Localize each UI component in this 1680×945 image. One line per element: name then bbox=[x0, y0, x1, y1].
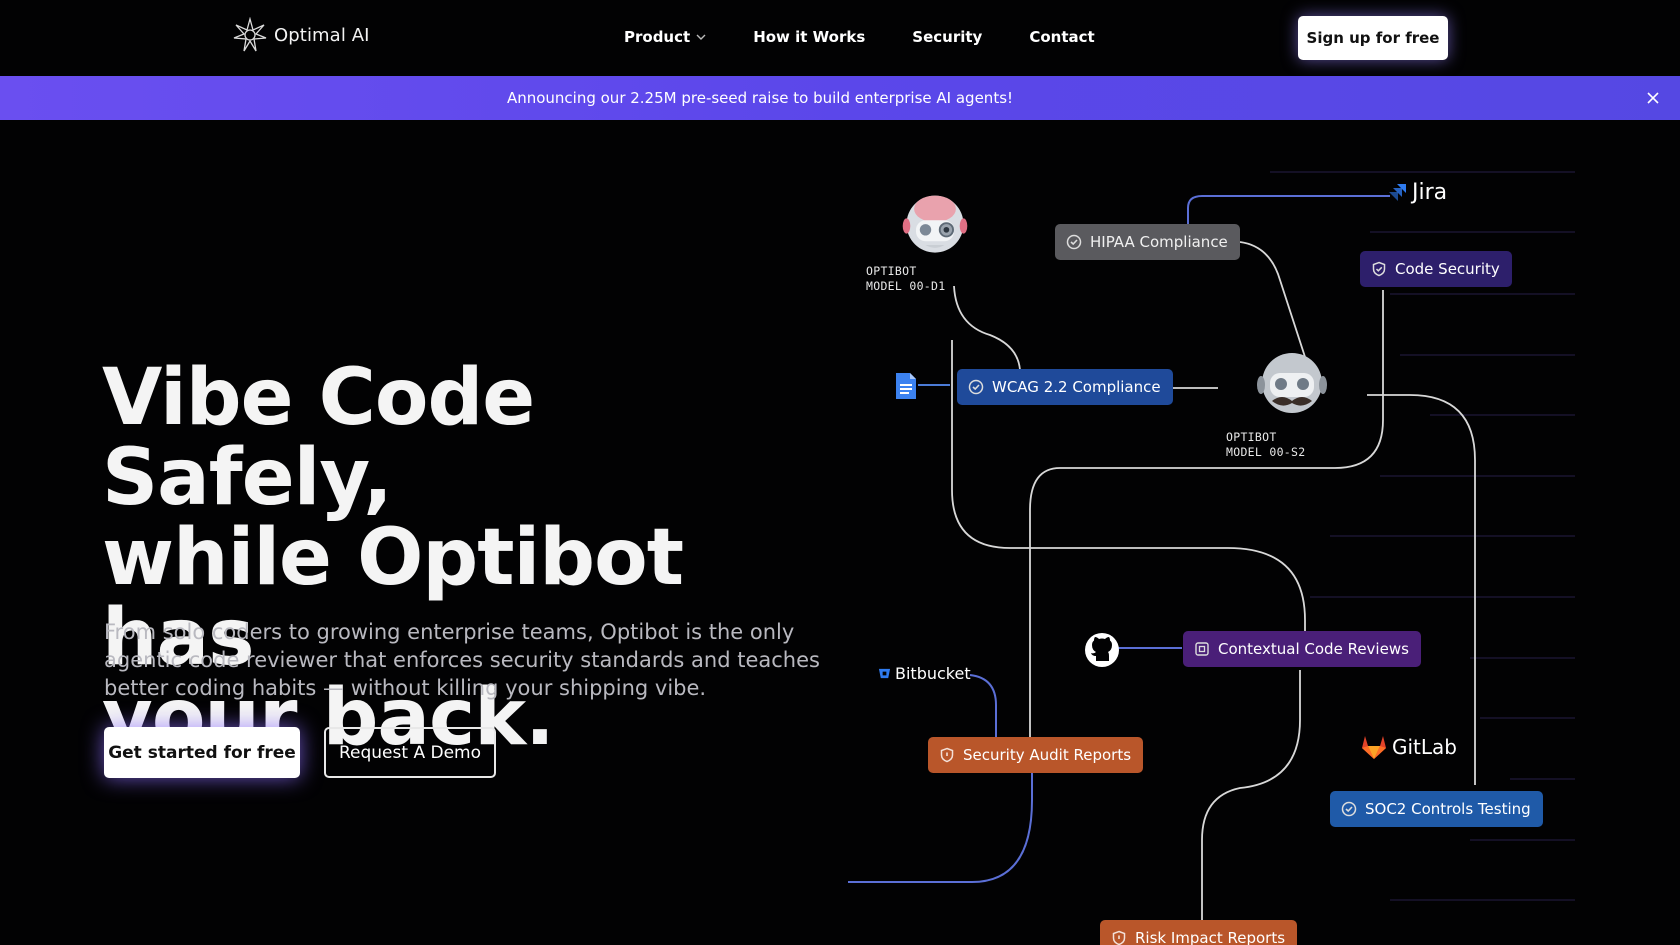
risk-label: Risk Impact Reports bbox=[1135, 929, 1286, 945]
robot-s2-label: OPTIBOT MODEL 00-S2 bbox=[1226, 430, 1305, 460]
workflow-diagram: OPTIBOT MODEL 00-D1 OPTIBOT MODEL 00-S2 … bbox=[830, 160, 1680, 945]
request-demo-button[interactable]: Request A Demo bbox=[324, 727, 496, 778]
nav-how-it-works[interactable]: How it Works bbox=[753, 28, 865, 46]
wcag-compliance-pill: WCAG 2.2 Compliance bbox=[957, 369, 1173, 405]
hero-title-line1: Vibe Code Safely, bbox=[102, 353, 535, 523]
nav-product-label: Product bbox=[624, 28, 691, 46]
nav-security-label: Security bbox=[912, 28, 983, 46]
github-icon bbox=[1085, 633, 1119, 667]
bitbucket-label: Bitbucket bbox=[895, 664, 971, 683]
code-review-icon bbox=[1195, 642, 1209, 656]
soc2-label: SOC2 Controls Testing bbox=[1365, 800, 1531, 818]
check-circle-icon bbox=[1066, 234, 1082, 250]
robot-d1-label-line1: OPTIBOT bbox=[866, 264, 917, 278]
close-icon[interactable] bbox=[1644, 89, 1662, 107]
announcement-banner: Announcing our 2.25M pre-seed raise to b… bbox=[0, 76, 1680, 120]
wcag-label: WCAG 2.2 Compliance bbox=[992, 378, 1161, 396]
jira-brand: Jira bbox=[1386, 180, 1447, 205]
jira-label: Jira bbox=[1412, 180, 1448, 205]
robot-s2-label-line1: OPTIBOT bbox=[1226, 430, 1277, 444]
security-audit-reports-pill: Security Audit Reports bbox=[928, 737, 1144, 773]
code-security-label: Code Security bbox=[1395, 260, 1500, 278]
document-icon bbox=[896, 373, 916, 399]
shield-icon bbox=[1112, 930, 1126, 945]
nav-contact[interactable]: Contact bbox=[1029, 28, 1094, 46]
nav-links: Product How it Works Security Contact bbox=[624, 28, 1095, 46]
get-started-button[interactable]: Get started for free bbox=[104, 727, 300, 778]
risk-impact-reports-pill: Risk Impact Reports bbox=[1100, 920, 1298, 945]
contextual-code-reviews-pill: Contextual Code Reviews bbox=[1183, 631, 1421, 667]
optibot-robot-s2-icon bbox=[1257, 353, 1327, 413]
shield-icon bbox=[1372, 261, 1386, 277]
signup-button[interactable]: Sign up for free bbox=[1298, 16, 1448, 60]
chevron-down-icon bbox=[696, 34, 706, 40]
gitlab-label: GitLab bbox=[1392, 735, 1457, 759]
check-circle-icon bbox=[968, 379, 984, 395]
soc2-controls-pill: SOC2 Controls Testing bbox=[1330, 791, 1543, 827]
robot-s2-label-line2: MODEL 00-S2 bbox=[1226, 445, 1306, 459]
shield-icon bbox=[940, 747, 954, 763]
optimal-star-icon bbox=[233, 17, 267, 52]
contextual-label: Contextual Code Reviews bbox=[1218, 640, 1409, 658]
robot-d1-label: OPTIBOT MODEL 00-D1 bbox=[866, 264, 945, 294]
check-circle-icon bbox=[1341, 801, 1357, 817]
gitlab-brand: GitLab bbox=[1360, 734, 1457, 760]
nav-how-it-works-label: How it Works bbox=[753, 28, 866, 46]
top-nav: Optimal AI Product How it Works Security… bbox=[0, 0, 1680, 76]
nav-contact-label: Contact bbox=[1029, 28, 1095, 46]
brand-logo[interactable]: Optimal AI bbox=[232, 17, 370, 53]
nav-security[interactable]: Security bbox=[912, 28, 982, 46]
hipaa-compliance-pill: HIPAA Compliance bbox=[1055, 224, 1240, 260]
security-audit-label: Security Audit Reports bbox=[963, 746, 1132, 764]
diagram-connector-lines bbox=[848, 171, 1575, 945]
banner-text[interactable]: Announcing our 2.25M pre-seed raise to b… bbox=[507, 89, 1013, 107]
nav-product[interactable]: Product bbox=[624, 28, 706, 46]
optibot-robot-d1-icon bbox=[902, 195, 968, 253]
bitbucket-icon bbox=[878, 668, 891, 679]
jira-icon bbox=[1389, 183, 1406, 201]
robot-d1-label-line2: MODEL 00-D1 bbox=[866, 279, 946, 293]
hero-subtitle: From solo coders to growing enterprise t… bbox=[104, 620, 820, 700]
gitlab-icon bbox=[1362, 736, 1386, 759]
brand-name: Optimal AI bbox=[274, 24, 370, 46]
hipaa-label: HIPAA Compliance bbox=[1090, 233, 1228, 251]
code-security-pill: Code Security bbox=[1360, 251, 1512, 287]
bitbucket-brand: Bitbucket bbox=[878, 664, 971, 683]
